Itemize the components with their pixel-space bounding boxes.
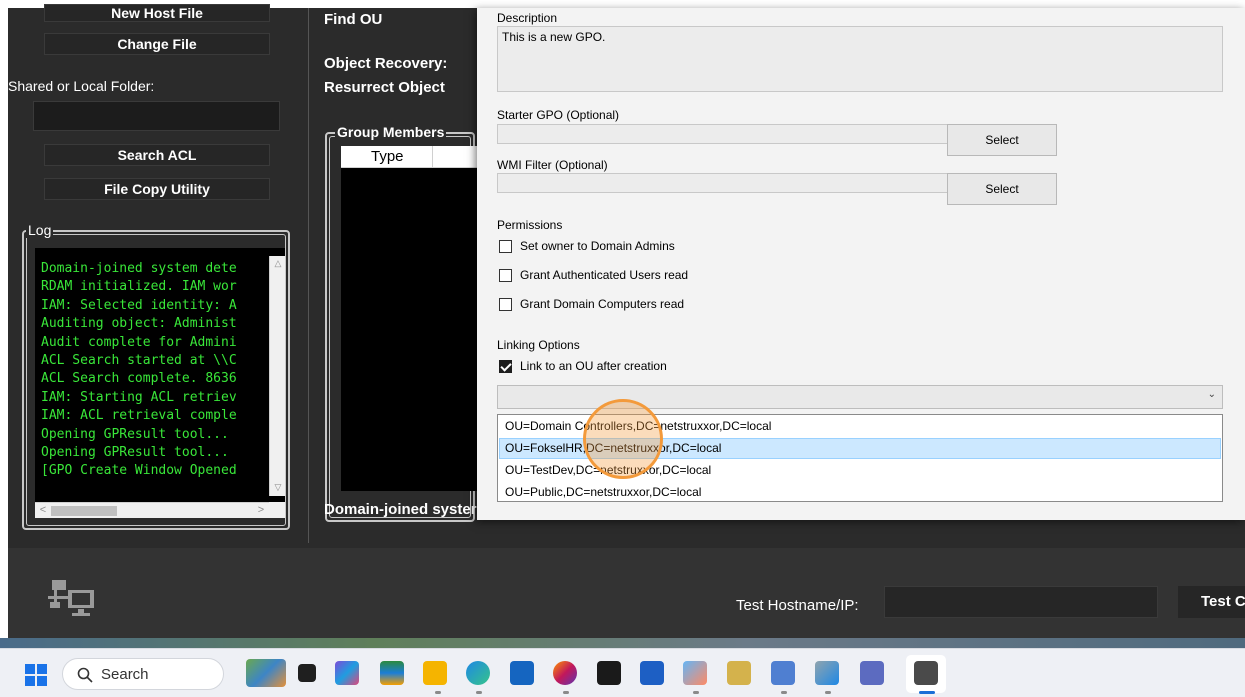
running-indicator xyxy=(825,691,831,694)
click-highlight-marker xyxy=(583,399,663,479)
link-ou-checkbox-label: Link to an OU after creation xyxy=(520,359,667,373)
change-file-button[interactable]: Change File xyxy=(44,33,270,55)
scroll-left-icon[interactable]: < xyxy=(37,504,49,516)
new-host-file-button[interactable]: New Host File xyxy=(44,4,270,22)
powershell-ise-icon[interactable] xyxy=(640,661,664,685)
desktop-wallpaper-strip xyxy=(0,638,1245,648)
permission-checkbox-label: Set owner to Domain Admins xyxy=(520,239,675,253)
group-members-header: Type xyxy=(341,146,481,168)
file-explorer-icon[interactable] xyxy=(423,661,447,685)
permission-checkbox-row[interactable]: Grant Domain Computers read xyxy=(499,297,684,311)
log-line: [GPO Create Window Opened xyxy=(41,463,237,479)
description-label: Description xyxy=(497,11,558,25)
firefox-icon[interactable] xyxy=(553,661,577,685)
log-line: ACL Search complete. 8636 xyxy=(41,371,237,387)
widgets-icon[interactable] xyxy=(246,659,286,687)
taskbar-search-box[interactable]: Search xyxy=(62,658,224,690)
permission-checkbox-row[interactable]: Grant Authenticated Users read xyxy=(499,268,688,282)
left-panel: New Host File Change File Shared or Loca… xyxy=(8,4,308,543)
taskbar-search-label: Search xyxy=(101,666,149,683)
permission-checkbox-label: Grant Authenticated Users read xyxy=(520,268,689,282)
group-members-list[interactable]: Type xyxy=(341,146,481,491)
running-indicator xyxy=(693,691,699,694)
permission-checkbox[interactable] xyxy=(499,297,512,311)
shared-folder-input[interactable] xyxy=(33,101,280,131)
starter-gpo-label: Starter GPO (Optional) xyxy=(497,108,620,122)
teams-icon[interactable] xyxy=(380,661,404,685)
log-line: IAM: Starting ACL retriev xyxy=(41,389,237,405)
shared-folder-label: Shared or Local Folder: xyxy=(8,78,155,94)
status-text: Domain-joined syster xyxy=(324,501,477,518)
bottom-bar: Test Hostname/IP: Test C xyxy=(8,548,1245,648)
test-connection-button[interactable]: Test C xyxy=(1178,586,1245,618)
type-column-header[interactable]: Type xyxy=(341,146,433,168)
log-horizontal-scrollbar[interactable]: < > xyxy=(35,502,269,518)
log-line: RDAM initialized. IAM wor xyxy=(41,279,237,295)
scroll-corner xyxy=(269,502,285,518)
network-tool-icon[interactable] xyxy=(683,661,707,685)
description-textarea[interactable]: This is a new GPO. xyxy=(497,26,1223,92)
resurrect-object-link[interactable]: Resurrect Object xyxy=(324,79,445,96)
running-indicator xyxy=(435,691,441,694)
m365-icon[interactable] xyxy=(335,661,359,685)
remote-tool-icon[interactable] xyxy=(815,661,839,685)
permissions-label: Permissions xyxy=(497,218,563,232)
notepad-icon[interactable] xyxy=(771,661,795,685)
link-ou-checkbox[interactable] xyxy=(499,359,512,373)
scroll-up-icon[interactable]: △ xyxy=(273,258,283,270)
log-line: Opening GPResult tool... xyxy=(41,426,229,442)
utility-icon[interactable] xyxy=(727,661,751,685)
active-app-indicator xyxy=(919,691,935,694)
linking-options-label: Linking Options xyxy=(497,338,580,352)
starter-gpo-select-button[interactable]: Select xyxy=(947,124,1057,156)
permission-checkbox[interactable] xyxy=(499,268,512,282)
log-line: IAM: Selected identity: A xyxy=(41,297,237,313)
scroll-down-icon[interactable]: ▽ xyxy=(273,482,283,494)
log-line: Audit complete for Admini xyxy=(41,334,237,350)
store-icon[interactable] xyxy=(510,661,534,685)
running-indicator xyxy=(476,691,482,694)
log-line: Domain-joined system dete xyxy=(41,261,237,276)
edge-icon[interactable] xyxy=(466,661,490,685)
windows-start-icon[interactable] xyxy=(25,664,47,686)
link-ou-checkbox-row[interactable]: Link to an OU after creation xyxy=(499,359,667,373)
wmi-filter-input[interactable] xyxy=(497,173,949,193)
dropbox-icon[interactable] xyxy=(597,661,621,685)
log-title: Log xyxy=(26,222,54,238)
wmi-filter-label: WMI Filter (Optional) xyxy=(497,158,608,172)
ou-option[interactable]: OU=Public,DC=netstruxxor,DC=local xyxy=(499,482,1221,503)
admin-tool-icon[interactable] xyxy=(860,661,884,685)
permission-checkbox-label: Grant Domain Computers read xyxy=(520,297,685,311)
test-hostname-label: Test Hostname/IP: xyxy=(736,597,859,614)
permission-checkbox-row[interactable]: Set owner to Domain Admins xyxy=(499,239,675,253)
wmi-filter-select-button[interactable]: Select xyxy=(947,173,1057,205)
scroll-thumb[interactable] xyxy=(51,506,117,516)
running-indicator xyxy=(563,691,569,694)
log-line: IAM: ACL retrieval comple xyxy=(41,408,237,424)
log-line: Opening GPResult tool... xyxy=(41,445,229,461)
test-hostname-input[interactable] xyxy=(884,586,1158,618)
running-indicator xyxy=(781,691,787,694)
starter-gpo-input[interactable] xyxy=(497,124,949,144)
find-ou-link[interactable]: Find OU xyxy=(324,11,382,28)
network-computer-icon xyxy=(48,580,94,616)
log-textbox[interactable]: Domain-joined system dete RDAM initialize… xyxy=(35,248,285,518)
rdam-app-icon[interactable] xyxy=(914,661,938,685)
log-lines: Domain-joined system dete RDAM initialize… xyxy=(41,260,261,481)
object-recovery-label: Object Recovery: xyxy=(324,55,448,72)
log-line: Auditing object: Administ xyxy=(41,316,237,332)
task-view-icon[interactable] xyxy=(298,664,316,682)
scroll-right-icon[interactable]: > xyxy=(255,504,267,516)
log-vertical-scrollbar[interactable]: △ ▽ xyxy=(269,256,285,496)
group-members-title: Group Members xyxy=(335,124,447,140)
screen: New Host File Change File Shared or Loca… xyxy=(0,0,1245,697)
chevron-down-icon[interactable]: ⌄ xyxy=(1208,389,1216,400)
search-icon xyxy=(77,667,93,683)
file-copy-utility-button[interactable]: File Copy Utility xyxy=(44,178,270,200)
windows-taskbar: Search xyxy=(0,648,1245,697)
search-acl-button[interactable]: Search ACL xyxy=(44,144,270,166)
permission-checkbox[interactable] xyxy=(499,239,512,253)
log-line: ACL Search started at \\C xyxy=(41,353,237,369)
